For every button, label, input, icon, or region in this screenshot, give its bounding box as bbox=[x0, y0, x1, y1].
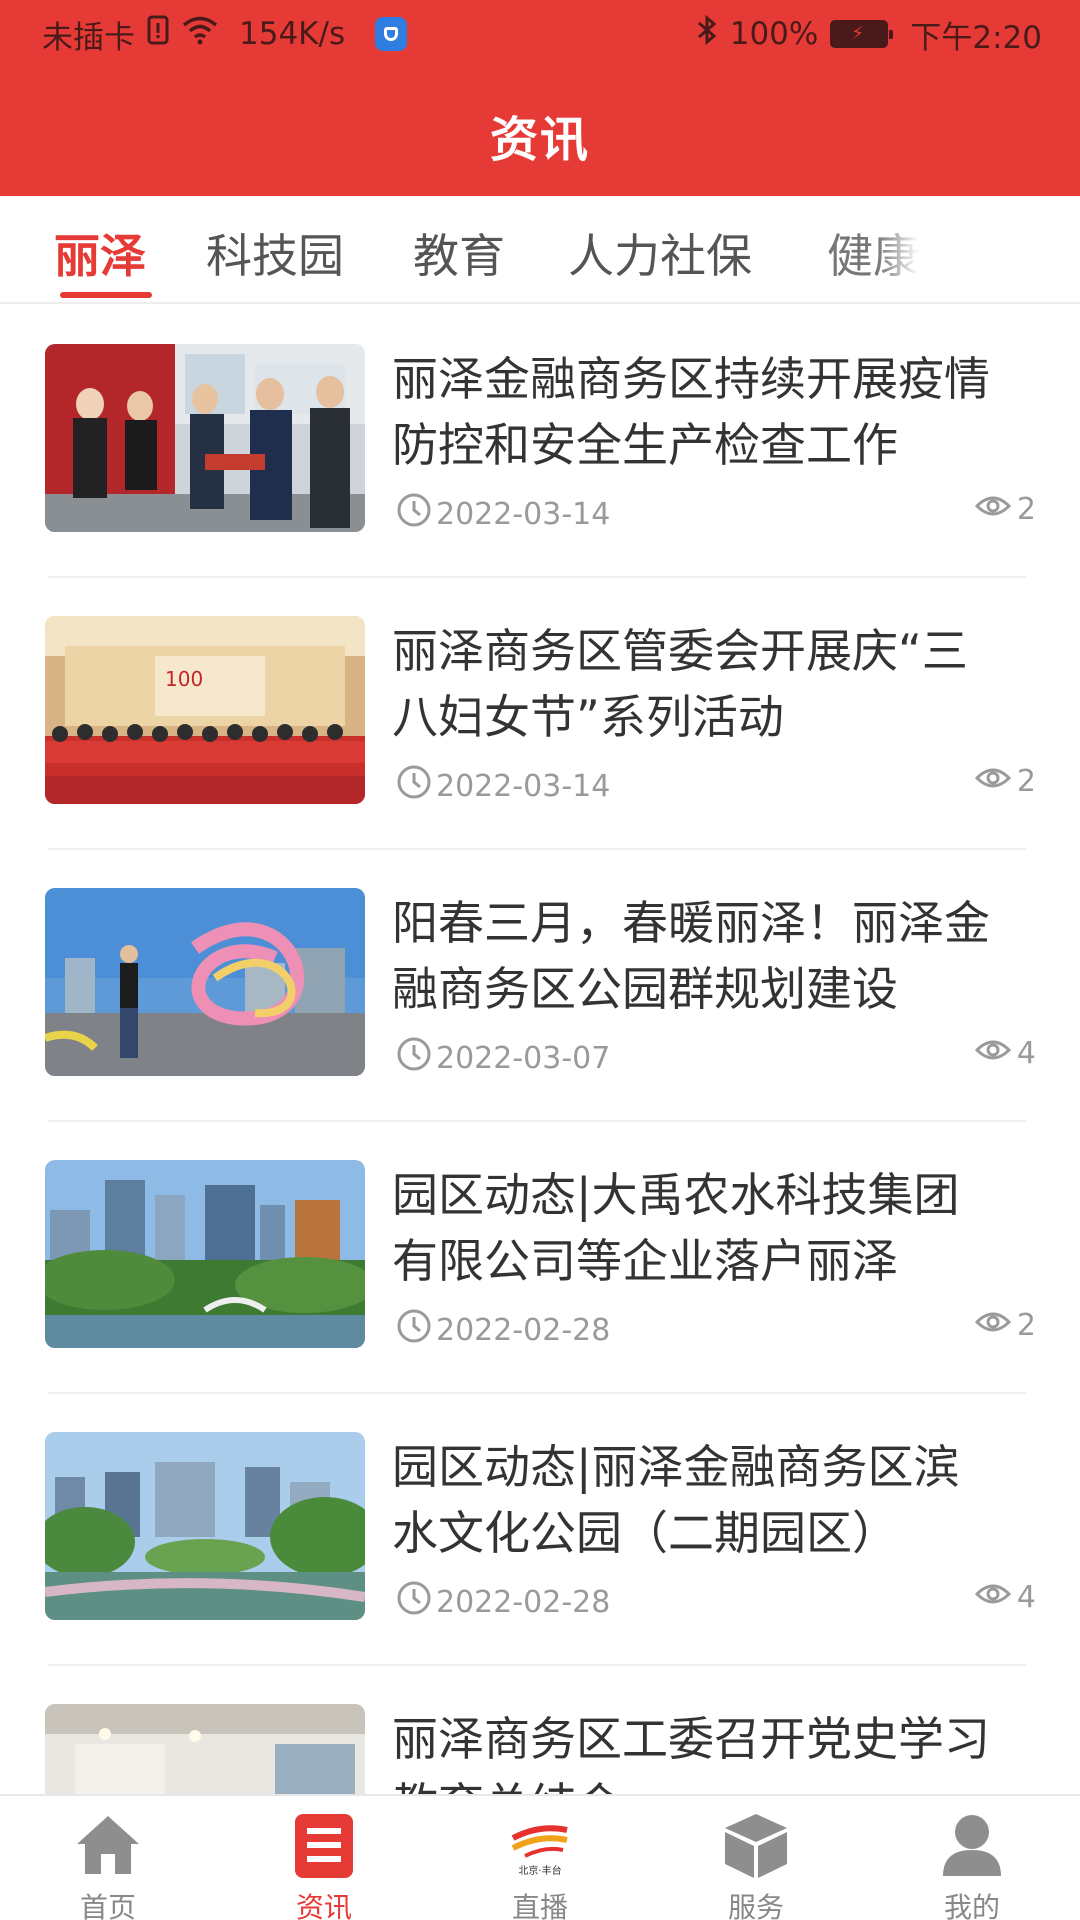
live-logo-icon: 北京·丰台 bbox=[505, 1810, 575, 1880]
tabbar-service[interactable]: 服务 bbox=[696, 1810, 816, 1920]
news-views: 2 bbox=[974, 492, 1036, 527]
news-date: 2022-02-28 bbox=[396, 1580, 610, 1624]
active-tab-indicator bbox=[60, 292, 152, 298]
tabbar-live-label: 直播 bbox=[511, 1891, 568, 1920]
clock-icon bbox=[396, 764, 432, 808]
clock-icon bbox=[396, 1036, 432, 1080]
eye-icon bbox=[974, 1308, 1012, 1343]
security-app-icon bbox=[375, 17, 408, 51]
clock-icon bbox=[396, 492, 432, 536]
status-bar-right: 100% ⚡ 下午2:20 bbox=[696, 12, 1042, 57]
news-title[interactable]: 丽泽商务区工委召开党史学习教育总结会 bbox=[392, 1706, 1002, 1794]
news-item[interactable]: 丽泽商务区工委召开党史学习教育总结会 bbox=[0, 1666, 1080, 1794]
news-views-count: 2 bbox=[1016, 1308, 1036, 1343]
network-speed: 154K/s bbox=[239, 16, 346, 52]
news-thumbnail bbox=[45, 1160, 365, 1348]
tab-lize[interactable]: 丽泽 bbox=[54, 220, 146, 286]
news-thumbnail bbox=[45, 1432, 365, 1620]
news-views-count: 2 bbox=[1016, 492, 1036, 527]
app-header: 未插卡 154K/s 100% ⚡ 下午2:20 资讯 bbox=[0, 0, 1080, 196]
home-icon bbox=[73, 1810, 143, 1880]
status-bar: 未插卡 154K/s 100% ⚡ 下午2:20 bbox=[0, 0, 1080, 68]
news-thumbnail bbox=[45, 888, 365, 1076]
svg-text:100: 100 bbox=[165, 667, 203, 691]
battery-percent: 100% bbox=[729, 16, 819, 52]
news-date: 2022-03-14 bbox=[396, 492, 610, 536]
clock-icon bbox=[396, 1308, 432, 1352]
news-date-text: 2022-03-14 bbox=[436, 496, 611, 532]
news-item[interactable]: 园区动态|大禹农水科技集团有限公司等企业落户丽泽 2022-02-28 2 bbox=[0, 1122, 1080, 1394]
tabbar-home-label: 首页 bbox=[79, 1891, 136, 1920]
tabbar-mine[interactable]: 我的 bbox=[912, 1810, 1032, 1920]
sim-alert-icon bbox=[147, 15, 169, 53]
user-icon bbox=[937, 1810, 1007, 1880]
news-list[interactable]: 丽泽金融商务区持续开展疫情防控和安全生产检查工作 2022-03-14 2 10… bbox=[0, 306, 1080, 1794]
news-views-count: 4 bbox=[1016, 1580, 1036, 1615]
clock-time: 下午2:20 bbox=[910, 19, 1042, 56]
tabbar-news-label: 资讯 bbox=[295, 1891, 352, 1920]
news-meta: 2022-03-14 2 bbox=[396, 764, 1036, 804]
news-meta: 2022-03-07 4 bbox=[396, 1036, 1036, 1076]
tabbar-home[interactable]: 首页 bbox=[48, 1810, 168, 1920]
news-icon bbox=[289, 1810, 359, 1880]
news-item[interactable]: 园区动态|丽泽金融商务区滨水文化公园（二期园区） 2022-02-28 4 bbox=[0, 1394, 1080, 1666]
news-date-text: 2022-02-28 bbox=[436, 1312, 611, 1348]
news-title[interactable]: 丽泽商务区管委会开展庆“三八妇女节”系列活动 bbox=[392, 618, 1002, 750]
live-logo-text: 北京·丰台 bbox=[518, 1864, 561, 1877]
news-date: 2022-02-28 bbox=[396, 1308, 610, 1352]
tabbar-news[interactable]: 资讯 bbox=[264, 1810, 384, 1920]
clock-icon bbox=[396, 1580, 432, 1624]
box-icon bbox=[721, 1810, 791, 1880]
tabbar-mine-label: 我的 bbox=[943, 1891, 1000, 1920]
news-title[interactable]: 丽泽金融商务区持续开展疫情防控和安全生产检查工作 bbox=[392, 346, 1002, 478]
news-date: 2022-03-14 bbox=[396, 764, 610, 808]
news-views: 4 bbox=[974, 1036, 1036, 1071]
news-date-text: 2022-02-28 bbox=[436, 1584, 611, 1620]
news-thumbnail bbox=[45, 344, 365, 532]
tab-education[interactable]: 教育 bbox=[413, 220, 505, 286]
tab-tech-park[interactable]: 科技园 bbox=[206, 220, 344, 286]
news-thumbnail bbox=[45, 1704, 365, 1794]
news-thumbnail: 100 bbox=[45, 616, 365, 804]
news-item[interactable]: 阳春三月，春暖丽泽！丽泽金融商务区公园群规划建设 2022-03-07 4 bbox=[0, 850, 1080, 1122]
news-meta: 2022-02-28 4 bbox=[396, 1580, 1036, 1620]
eye-icon bbox=[974, 492, 1012, 527]
news-title[interactable]: 园区动态|大禹农水科技集团有限公司等企业落户丽泽 bbox=[392, 1162, 1002, 1294]
news-date-text: 2022-03-07 bbox=[436, 1040, 611, 1076]
news-date: 2022-03-07 bbox=[396, 1036, 610, 1080]
bottom-tab-bar: 首页 资讯 北京·丰台 直播 服务 我的 bbox=[0, 1794, 1080, 1920]
eye-icon bbox=[974, 1036, 1012, 1071]
carrier-text: 未插卡 bbox=[42, 19, 135, 56]
news-date-text: 2022-03-14 bbox=[436, 768, 611, 804]
news-meta: 2022-03-14 2 bbox=[396, 492, 1036, 532]
status-bar-left: 未插卡 154K/s bbox=[42, 12, 408, 57]
news-meta: 2022-02-28 2 bbox=[396, 1308, 1036, 1348]
tab-health[interactable]: 健康 bbox=[827, 220, 919, 286]
page-title: 资讯 bbox=[489, 112, 590, 168]
news-views-count: 2 bbox=[1016, 764, 1036, 799]
eye-icon bbox=[974, 1580, 1012, 1615]
battery-charging-icon: ⚡ bbox=[830, 20, 894, 48]
eye-icon bbox=[974, 764, 1012, 799]
category-tabs: 丽泽 科技园 教育 人力社保 健康 bbox=[0, 196, 1080, 304]
news-item[interactable]: 丽泽金融商务区持续开展疫情防控和安全生产检查工作 2022-03-14 2 bbox=[0, 306, 1080, 578]
tabbar-service-label: 服务 bbox=[727, 1891, 784, 1920]
news-views: 2 bbox=[974, 764, 1036, 799]
news-views-count: 4 bbox=[1016, 1036, 1036, 1071]
tabbar-live[interactable]: 北京·丰台 直播 bbox=[480, 1810, 600, 1920]
wifi-icon bbox=[181, 15, 219, 53]
news-title[interactable]: 阳春三月，春暖丽泽！丽泽金融商务区公园群规划建设 bbox=[392, 890, 1002, 1022]
bluetooth-icon bbox=[696, 14, 718, 54]
news-title[interactable]: 园区动态|丽泽金融商务区滨水文化公园（二期园区） bbox=[392, 1434, 1002, 1566]
news-views: 4 bbox=[974, 1580, 1036, 1615]
news-views: 2 bbox=[974, 1308, 1036, 1343]
news-item[interactable]: 100 丽泽商务区管委会开展庆“三八妇女节”系列活动 2022-03-14 2 bbox=[0, 578, 1080, 850]
tab-hr-social-security[interactable]: 人力社保 bbox=[568, 220, 752, 286]
